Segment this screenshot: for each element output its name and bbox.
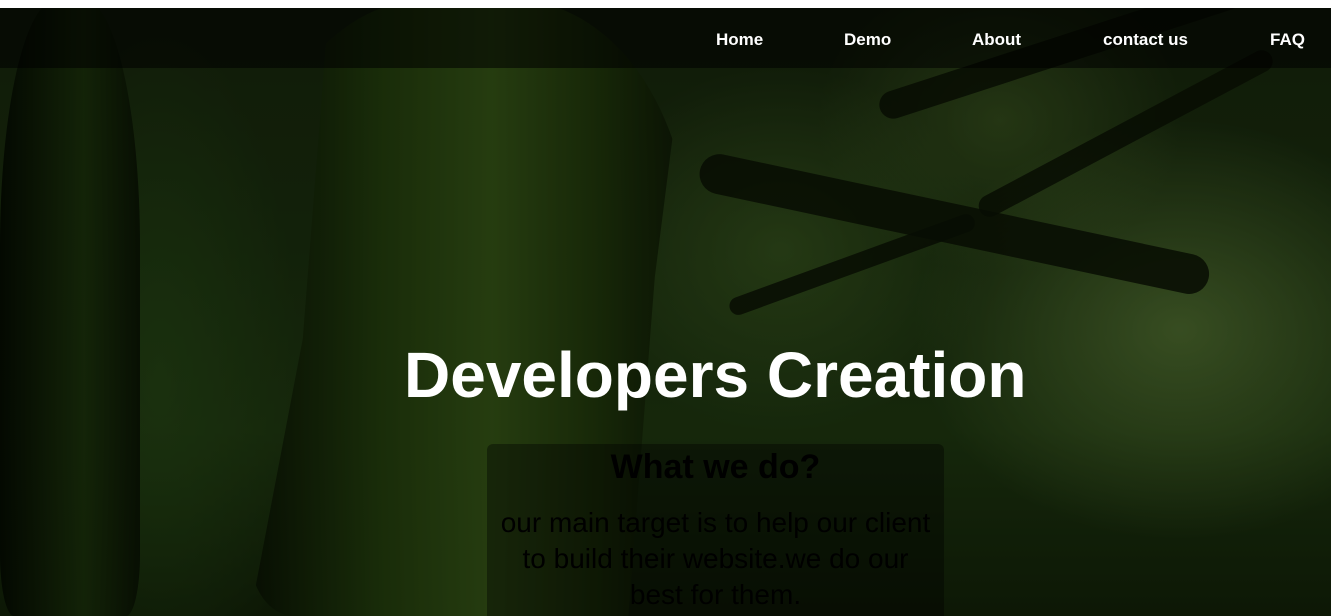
navigation-bar: Home Demo About contact us FAQ — [0, 4, 1331, 68]
page: Home Demo About contact us FAQ Developer… — [0, 0, 1331, 616]
nav-link-faq[interactable]: FAQ — [1270, 30, 1305, 50]
nav-link-about[interactable]: About — [972, 30, 1021, 50]
nav-link-home[interactable]: Home — [716, 30, 763, 50]
nav-link-contact-us[interactable]: contact us — [1103, 30, 1188, 50]
hero-title: Developers Creation — [404, 339, 1027, 411]
what-we-do-text: our main target is to help our client to… — [500, 507, 931, 610]
what-we-do-box: What we do? our main target is to help o… — [487, 444, 944, 616]
nav-link-demo[interactable]: Demo — [844, 30, 891, 50]
what-we-do-heading: What we do? — [610, 448, 821, 486]
